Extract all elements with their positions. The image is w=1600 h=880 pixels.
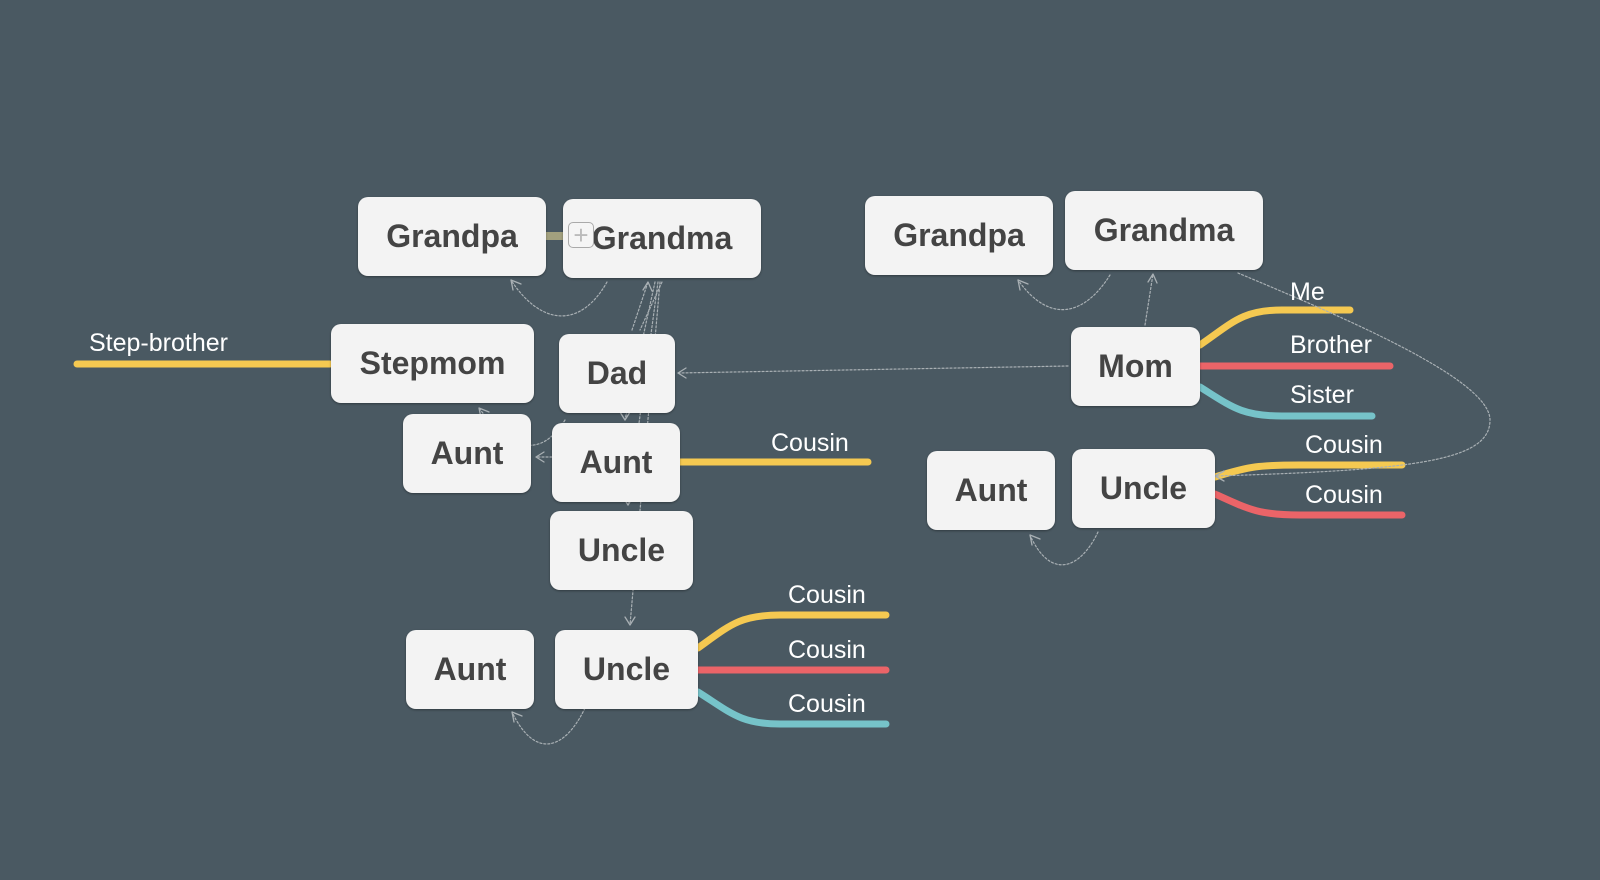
node-aunt-left-1[interactable]: Aunt	[403, 414, 531, 493]
node-uncle-left-1[interactable]: Uncle	[550, 511, 693, 590]
branch-uncle-r-cousin-1	[1211, 461, 1406, 481]
node-aunt-right[interactable]: Aunt	[927, 451, 1055, 530]
node-aunt-left-2[interactable]: Aunt	[552, 423, 680, 502]
node-uncle-right[interactable]: Uncle	[1072, 449, 1215, 528]
node-stepmom[interactable]: Stepmom	[331, 324, 534, 403]
label-uncle-r-cousin-2[interactable]: Cousin	[1305, 481, 1383, 510]
plus-icon[interactable]: +	[568, 222, 594, 248]
label-uncle-r-cousin-1[interactable]: Cousin	[1305, 431, 1383, 460]
node-uncle-left-2[interactable]: Uncle	[555, 630, 698, 709]
label-uncle-cousin-3[interactable]: Cousin	[788, 690, 866, 719]
label-aunt-cousin[interactable]: Cousin	[771, 429, 849, 458]
label-brother[interactable]: Brother	[1290, 331, 1372, 360]
node-dad[interactable]: Dad	[559, 334, 675, 413]
node-grandpa-right[interactable]: Grandpa	[865, 196, 1053, 275]
node-grandma-right[interactable]: Grandma	[1065, 191, 1263, 270]
node-mom[interactable]: Mom	[1071, 327, 1200, 406]
node-aunt-left-3[interactable]: Aunt	[406, 630, 534, 709]
node-grandpa-left[interactable]: Grandpa	[358, 197, 546, 276]
label-sister[interactable]: Sister	[1290, 381, 1354, 410]
label-me[interactable]: Me	[1290, 278, 1325, 307]
label-uncle-cousin-1[interactable]: Cousin	[788, 581, 866, 610]
label-stepbrother[interactable]: Step-brother	[89, 329, 228, 358]
label-uncle-cousin-2[interactable]: Cousin	[788, 636, 866, 665]
